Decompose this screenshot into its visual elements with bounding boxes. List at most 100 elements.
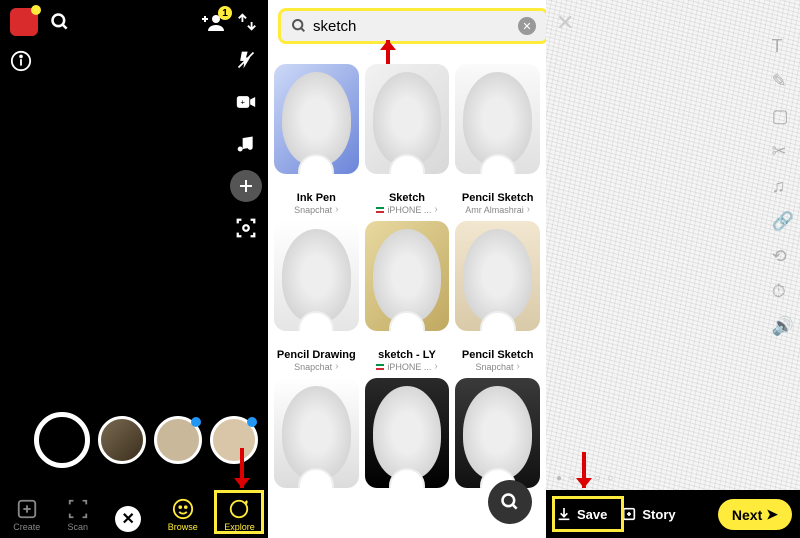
result-cell[interactable]: Ink PenSnapchat› xyxy=(274,64,359,215)
music-icon[interactable]: ♫ xyxy=(772,176,794,197)
flag-icon xyxy=(376,207,384,213)
nav-scan[interactable]: Scan xyxy=(67,498,89,532)
info-icon[interactable] xyxy=(10,50,32,72)
edit-tools: T ✎ ▢ ✂ ♫ 🔗 ⟲ ⏱ 🔊 xyxy=(772,36,794,337)
add-friend-icon[interactable]: 1 xyxy=(202,12,226,32)
snap-preview-screen: ✕ T ✎ ▢ ✂ ♫ 🔗 ⟲ ⏱ 🔊 ● ○ ○ ○ ○ Save Story… xyxy=(546,0,800,538)
result-author: Snapchat› xyxy=(475,361,519,372)
plus-icon[interactable] xyxy=(230,170,262,202)
browse-icon xyxy=(172,498,194,520)
nav-create[interactable]: Create xyxy=(13,498,40,532)
result-author: Amr Almashrai› xyxy=(465,204,530,215)
result-author: iPHONE ...› xyxy=(376,361,437,372)
result-cell[interactable]: sketch - LYiPHONE ...› xyxy=(365,221,450,372)
svg-text:+: + xyxy=(240,98,245,107)
result-thumb xyxy=(455,378,540,488)
new-dot-icon xyxy=(191,417,201,427)
nav-label: Scan xyxy=(67,522,88,532)
pencil-icon[interactable]: ✎ xyxy=(772,71,794,92)
link-icon[interactable]: 🔗 xyxy=(772,211,794,232)
result-thumb xyxy=(455,221,540,331)
top-bar: 1 xyxy=(0,0,268,44)
video-icon[interactable]: + xyxy=(230,86,262,118)
nav-label: Create xyxy=(13,522,40,532)
flip-camera-icon[interactable] xyxy=(236,11,258,33)
result-thumb xyxy=(365,378,450,488)
result-author: Snapchat› xyxy=(294,204,338,215)
nav-label: Browse xyxy=(168,522,198,532)
chevron-right-icon: › xyxy=(335,361,338,372)
story-label: Story xyxy=(642,507,675,522)
result-title: Pencil Sketch xyxy=(462,349,534,361)
result-title: Ink Pen xyxy=(297,192,336,204)
scan-icon[interactable] xyxy=(230,212,262,244)
lens-carousel xyxy=(0,412,268,468)
next-button[interactable]: Next ➤ xyxy=(718,499,792,530)
result-thumb xyxy=(365,221,450,331)
nav-close[interactable]: ✕ xyxy=(115,506,141,532)
search-box[interactable]: ✕ xyxy=(278,8,546,44)
search-icon xyxy=(291,18,307,34)
result-title: sketch - LY xyxy=(378,349,436,361)
music-icon[interactable] xyxy=(230,128,262,160)
result-title: Pencil Drawing xyxy=(277,349,356,361)
result-thumb xyxy=(274,221,359,331)
scan-nav-icon xyxy=(67,498,89,520)
result-thumb xyxy=(455,64,540,174)
result-title: Sketch xyxy=(389,192,425,204)
create-icon xyxy=(16,498,38,520)
highlight-box xyxy=(214,490,264,534)
close-icon[interactable]: ✕ xyxy=(556,10,574,36)
search-fab[interactable] xyxy=(488,480,532,524)
result-cell[interactable]: Pencil SketchAmr Almashrai› xyxy=(455,64,540,215)
lens-thumb[interactable] xyxy=(154,416,202,464)
arrow-annotation-icon xyxy=(582,452,586,488)
send-icon: ➤ xyxy=(766,506,778,523)
notification-dot-icon xyxy=(31,5,41,15)
sticker-icon[interactable]: ▢ xyxy=(772,106,794,127)
chevron-right-icon: › xyxy=(517,361,520,372)
new-dot-icon xyxy=(247,417,257,427)
chevron-right-icon: › xyxy=(434,361,437,372)
result-author: Snapchat› xyxy=(294,361,338,372)
lens-search-screen: ✕ Cancel Ink PenSnapchat›SketchiPHONE ..… xyxy=(268,0,546,538)
next-label: Next xyxy=(732,507,762,523)
search-icon[interactable] xyxy=(50,12,70,32)
lens-thumb[interactable] xyxy=(98,416,146,464)
camera-tools: + xyxy=(230,44,262,244)
result-thumb xyxy=(274,378,359,488)
result-cell[interactable] xyxy=(455,378,540,488)
search-bar: ✕ Cancel xyxy=(268,0,546,52)
result-cell[interactable]: Pencil SketchSnapchat› xyxy=(455,221,540,372)
flag-icon xyxy=(376,364,384,370)
result-cell[interactable]: SketchiPHONE ...› xyxy=(365,64,450,215)
flash-icon[interactable] xyxy=(230,44,262,76)
highlight-box xyxy=(552,496,624,532)
crop-icon[interactable]: ⟲ xyxy=(772,246,794,267)
timer-icon[interactable]: ⏱ xyxy=(772,281,794,302)
sound-icon[interactable]: 🔊 xyxy=(772,316,794,337)
lens-thumb[interactable] xyxy=(210,416,258,464)
result-cell[interactable]: Pencil DrawingSnapchat› xyxy=(274,221,359,372)
chevron-right-icon: › xyxy=(527,204,530,215)
profile-button[interactable] xyxy=(10,8,38,36)
result-cell[interactable] xyxy=(274,378,359,488)
chevron-right-icon: › xyxy=(335,204,338,215)
story-button[interactable]: Story xyxy=(621,506,675,522)
arrow-annotation-icon xyxy=(240,448,244,488)
result-title: Pencil Sketch xyxy=(462,192,534,204)
result-thumb xyxy=(274,64,359,174)
search-input[interactable] xyxy=(313,18,512,35)
shutter-button[interactable] xyxy=(34,412,90,468)
result-author: iPHONE ...› xyxy=(376,204,437,215)
result-thumb xyxy=(365,64,450,174)
clear-icon[interactable]: ✕ xyxy=(518,17,536,35)
scissors-icon[interactable]: ✂ xyxy=(772,141,794,162)
results-grid: Ink PenSnapchat›SketchiPHONE ...›Pencil … xyxy=(268,58,546,494)
chevron-right-icon: › xyxy=(434,204,437,215)
friend-badge: 1 xyxy=(218,6,232,20)
camera-screen: 1 + Create Scan ✕ Browse xyxy=(0,0,268,538)
result-cell[interactable] xyxy=(365,378,450,488)
nav-browse[interactable]: Browse xyxy=(168,498,198,532)
text-icon[interactable]: T xyxy=(772,36,794,57)
